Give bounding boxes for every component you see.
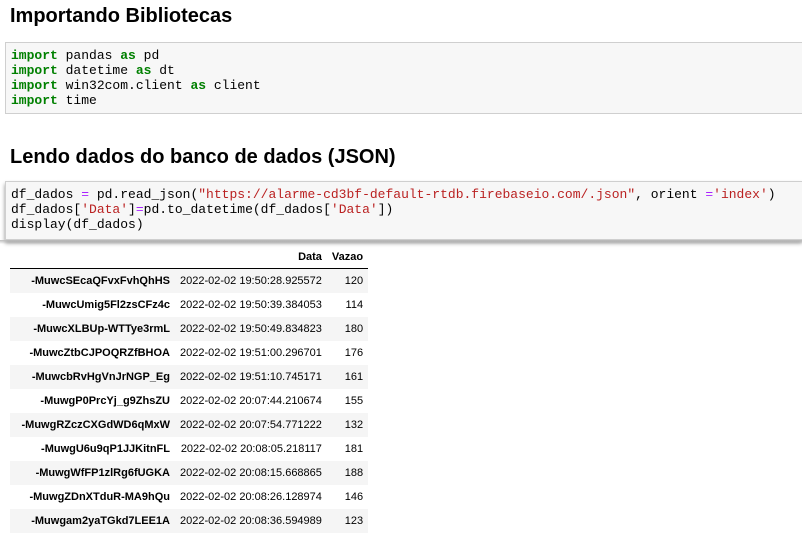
vazao-cell: 161 — [344, 371, 364, 383]
code-token: = — [705, 187, 714, 202]
code-token: import — [11, 93, 58, 108]
code-token: as — [120, 48, 136, 63]
table-row: -MuwgWfFP1zlRg6fUGKA 2022-02-02 20:08:15.… — [10, 461, 369, 485]
vazao-cell: 176 — [344, 347, 364, 359]
vazao-cell: 181 — [344, 443, 364, 455]
code-token: ) — [767, 187, 776, 202]
code-line: import datetime as dt — [11, 63, 802, 78]
vazao-cell: 123 — [344, 515, 364, 527]
code-editor-imports[interactable]: import pandas as pd import datetime as dt… — [11, 48, 802, 108]
table-row: -MuwcUmig5Fl2zsCFz4c 2022-02-02 19:50:39.… — [10, 293, 369, 317]
code-token: as — [190, 78, 207, 93]
code-line: df_dados['Data']=pd.to_datetime(df_dados… — [11, 202, 802, 217]
code-line: df_dados = pd.read_json("https://alarme-… — [11, 187, 802, 202]
code-line: import time — [11, 93, 802, 108]
vazao-cell: 188 — [344, 467, 364, 479]
code-token: ]) — [377, 202, 394, 217]
vazao-cell: 180 — [344, 323, 364, 335]
vazao-cell: 146 — [344, 491, 364, 503]
row-index-cell: -MuwgWfFP1zlRg6fUGKA — [35, 467, 170, 479]
code-token: pd.read_json( — [89, 187, 199, 202]
code-token: "https://alarme-cd3bf-default-rtdb.fireb… — [198, 187, 636, 202]
code-token: as — [135, 63, 152, 78]
code-token: = — [135, 202, 144, 217]
data-cell: 2022-02-02 20:08:15.668865 — [180, 467, 322, 479]
code-token: 'Data' — [330, 202, 378, 217]
column-header-index — [10, 246, 175, 269]
code-line: import pandas as pd — [11, 48, 802, 63]
code-token: win32com.client — [57, 78, 191, 93]
code-token: pandas — [57, 48, 121, 63]
data-cell: 2022-02-02 20:08:26.128974 — [180, 491, 322, 503]
code-line: display(df_dados) — [11, 217, 802, 232]
table-row: -MuwgU6u9qP1JJKitnFL 2022-02-02 20:08:05.… — [10, 437, 369, 461]
code-editor-read-json[interactable]: df_dados = pd.read_json("https://alarme-… — [11, 187, 802, 232]
code-token: import — [11, 63, 58, 78]
viewport-bottom-edge — [0, 537, 802, 547]
code-token: , orient — [635, 187, 706, 202]
code-token: client — [206, 78, 261, 93]
table-row: -MuwgRZczCXGdWD6qMxW 2022-02-02 20:07:54.… — [10, 413, 369, 437]
table-row: -MuwgP0PrcYj_g9ZhsZU 2022-02-02 20:07:44.… — [10, 389, 369, 413]
data-cell: 2022-02-02 19:50:49.834823 — [180, 323, 322, 335]
data-cell: 2022-02-02 19:51:10.745171 — [180, 371, 322, 383]
code-token: pd.to_datetime(df_dados[ — [143, 202, 331, 217]
table-row: -MuwcXLBUp-WTTye3rmL 2022-02-02 19:50:49.… — [10, 317, 369, 341]
code-token: pd — [135, 48, 160, 63]
code-token: time — [57, 93, 97, 108]
vazao-cell: 120 — [344, 275, 364, 287]
table-row: -MuwgZDnXTduR-MA9hQu 2022-02-02 20:08:26.… — [10, 485, 369, 509]
code-token: 'Data' — [81, 202, 129, 217]
code-token: df_dados[ — [11, 202, 82, 217]
vazao-cell: 114 — [345, 299, 364, 311]
table-header-row: Data Vazao — [10, 246, 369, 269]
data-cell: 2022-02-02 20:07:44.210674 — [180, 395, 322, 407]
data-cell: 2022-02-02 19:50:28.925572 — [180, 275, 322, 287]
data-cell: 2022-02-02 19:50:39.384053 — [180, 299, 322, 311]
table-row: -Muwgam2yaTGkd7LEE1A 2022-02-02 20:08:36.… — [10, 509, 369, 533]
code-token: dt — [151, 63, 175, 78]
table-body: -MuwcSEcaQFvxFvhQhHS 2022-02-02 19:50:28.… — [10, 268, 369, 547]
row-index-cell: -MuwgZDnXTduR-MA9hQu — [29, 491, 170, 503]
vazao-cell: 132 — [344, 419, 364, 431]
row-index-cell: -MuwcZtbCJPOQRZfBHOA — [29, 347, 170, 359]
column-header-vazao: Vazao — [326, 246, 369, 269]
row-index-cell: -MuwgRZczCXGdWD6qMxW — [21, 419, 170, 431]
row-index-cell: -MuwgU6u9qP1JJKitnFL — [41, 443, 170, 455]
data-cell: 2022-02-02 20:08:05.218117 — [180, 443, 322, 455]
code-token: = — [81, 187, 90, 202]
data-cell: 2022-02-02 20:08:36.594989 — [180, 515, 322, 527]
code-token: import — [11, 48, 58, 63]
data-cell: 2022-02-02 20:07:54.771222 — [180, 419, 322, 431]
table-row: -MuwcSEcaQFvxFvhQhHS 2022-02-02 19:50:28.… — [10, 268, 369, 293]
column-header-data: Data — [175, 246, 327, 269]
row-index-cell: -MuwcUmig5Fl2zsCFz4c — [42, 299, 170, 311]
row-index-cell: -MuwgP0PrcYj_g9ZhsZU — [40, 395, 170, 407]
code-token: display(df_dados) — [11, 217, 144, 232]
row-index-cell: -Muwgam2yaTGkd7LEE1A — [31, 515, 170, 527]
code-token: df_dados — [11, 187, 82, 202]
row-index-cell: -MuwcSEcaQFvxFvhQhHS — [31, 275, 170, 287]
table-row: -MuwcZtbCJPOQRZfBHOA 2022-02-02 19:51:00.… — [10, 341, 369, 365]
code-token: datetime — [57, 63, 136, 78]
code-line: import win32com.client as client — [11, 78, 802, 93]
code-cell-read-json[interactable]: df_dados = pd.read_json("https://alarme-… — [5, 181, 802, 240]
code-token: ] — [128, 202, 136, 217]
code-token: 'index' — [713, 187, 768, 202]
row-index-cell: -MuwcXLBUp-WTTye3rmL — [33, 323, 170, 335]
section-heading-imports: Importando Bibliotecas — [10, 5, 233, 27]
table-row: -MuwcbRvHgVnJrNGP_Eg 2022-02-02 19:51:10.… — [10, 365, 369, 389]
data-cell: 2022-02-02 19:51:00.296701 — [180, 347, 322, 359]
code-cell-imports[interactable]: import pandas as pd import datetime as dt… — [5, 42, 802, 114]
section-heading-read-json: Lendo dados do banco de dados (JSON) — [10, 146, 396, 168]
output-scroll-shadow — [0, 240, 802, 244]
dataframe-output-table: Data Vazao -MuwcSEcaQFvxFvhQhHS 2022-02-0… — [10, 246, 369, 547]
code-token: import — [11, 78, 58, 93]
row-index-cell: -MuwcbRvHgVnJrNGP_Eg — [31, 371, 170, 383]
vazao-cell: 155 — [344, 395, 364, 407]
